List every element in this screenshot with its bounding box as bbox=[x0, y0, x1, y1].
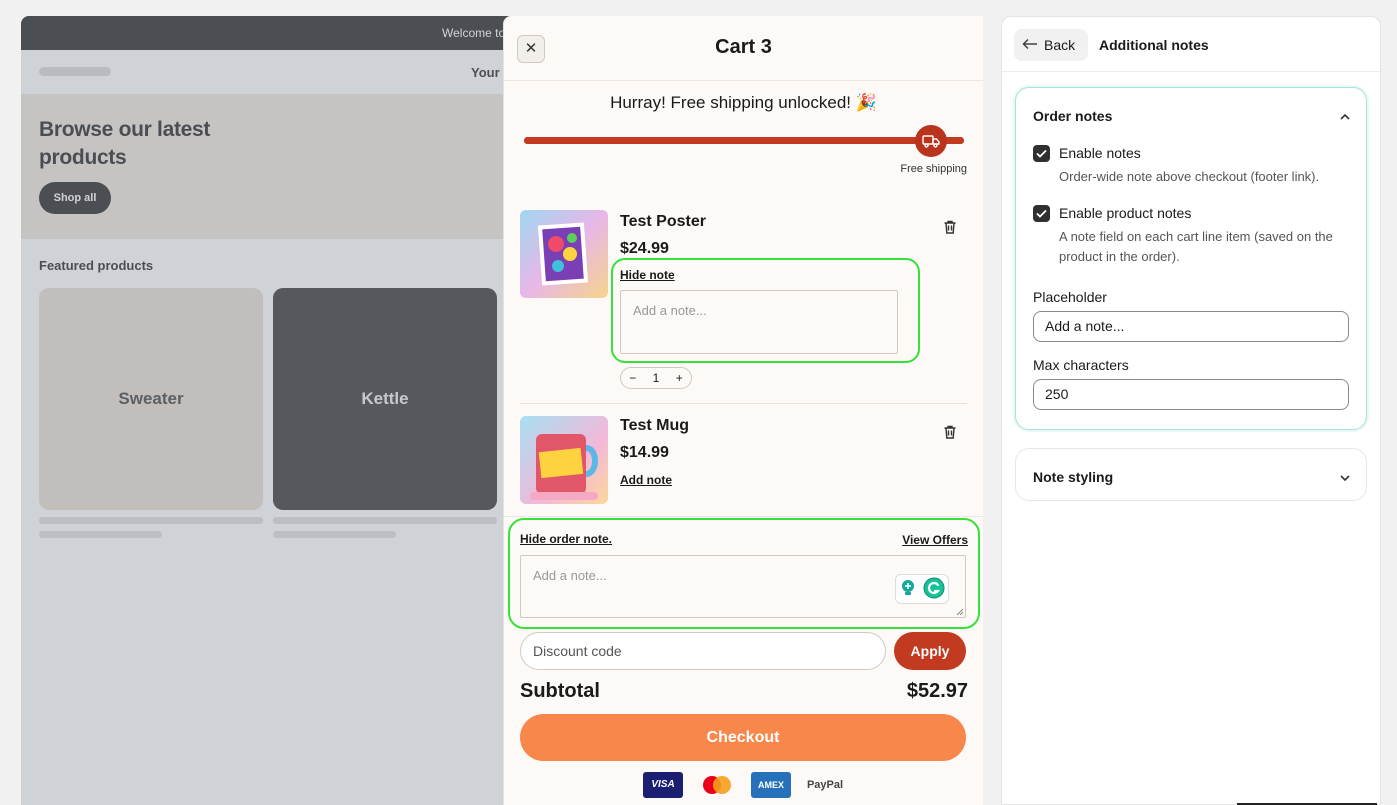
checkout-button[interactable]: Checkout bbox=[520, 714, 966, 761]
subtotal-value: $52.97 bbox=[906, 680, 968, 702]
payment-methods: VISA AMEX PayPal bbox=[504, 772, 983, 798]
chevron-up-icon[interactable] bbox=[1338, 110, 1352, 124]
back-label: Back bbox=[1044, 37, 1076, 53]
item-separator bbox=[520, 403, 967, 404]
order-note-placeholder: Add a note... bbox=[533, 568, 607, 583]
add-note-link[interactable]: Add note bbox=[620, 473, 672, 487]
discount-code-input[interactable]: Discount code bbox=[520, 632, 886, 670]
quantity-stepper: − 1 + bbox=[620, 367, 692, 389]
trash-icon[interactable] bbox=[942, 424, 958, 440]
qty-plus-button[interactable]: + bbox=[676, 371, 683, 385]
subtotal-label: Subtotal bbox=[520, 680, 600, 702]
enable-notes-label[interactable]: Enable notes bbox=[1059, 145, 1141, 161]
cart-header: ✕ Cart 3 bbox=[504, 16, 983, 81]
note-styling-title[interactable]: Note styling bbox=[1033, 469, 1113, 485]
qty-minus-button[interactable]: − bbox=[629, 371, 636, 385]
shipping-progress-fill bbox=[524, 137, 964, 144]
order-note-textarea[interactable]: Add a note... bbox=[520, 555, 966, 618]
trash-icon[interactable] bbox=[942, 219, 958, 235]
shipping-message: Hurray! Free shipping unlocked! 🎉 bbox=[610, 93, 877, 112]
placeholder-input[interactable]: Add a note... bbox=[1033, 311, 1349, 342]
visa-icon: VISA bbox=[643, 772, 683, 798]
poster-thumbnail bbox=[520, 210, 608, 298]
settings-panel: Back Additional notes Order notes Enable… bbox=[1001, 16, 1381, 805]
app-root: Welcome to Your s Browse our latest prod… bbox=[0, 0, 1397, 805]
free-shipping-label: Free shipping bbox=[900, 163, 967, 175]
enable-notes-checkbox[interactable] bbox=[1033, 145, 1050, 162]
enable-product-notes-help: A note field on each cart line item (sav… bbox=[1059, 229, 1333, 264]
settings-title: Additional notes bbox=[1099, 37, 1209, 53]
cart-footer: Hide order note. View Offers Add a note.… bbox=[504, 516, 983, 805]
enable-product-notes-label[interactable]: Enable product notes bbox=[1059, 205, 1191, 221]
enable-notes-help: Order-wide note above checkout (footer l… bbox=[1059, 169, 1320, 184]
max-characters-label: Max characters bbox=[1033, 357, 1129, 373]
qty-value[interactable]: 1 bbox=[653, 371, 660, 385]
item-price: $14.99 bbox=[620, 444, 669, 461]
paypal-icon: PayPal bbox=[806, 779, 844, 791]
highlight-item-note bbox=[611, 258, 920, 363]
checkmark-icon bbox=[1036, 149, 1047, 158]
enable-product-notes-checkbox[interactable] bbox=[1033, 205, 1050, 222]
cart-line-item: Test Mug $14.99 Add note bbox=[520, 416, 966, 516]
back-button[interactable]: Back bbox=[1014, 29, 1088, 61]
note-styling-section[interactable]: Note styling bbox=[1015, 448, 1367, 501]
settings-header: Back Additional notes bbox=[1002, 17, 1380, 72]
grammar-widget[interactable] bbox=[895, 574, 949, 604]
view-offers-link[interactable]: View Offers bbox=[902, 533, 968, 547]
mug-thumbnail bbox=[520, 416, 608, 504]
lightbulb-icon[interactable] bbox=[900, 579, 916, 600]
item-name[interactable]: Test Poster bbox=[620, 213, 706, 231]
grammarly-icon[interactable] bbox=[923, 577, 945, 602]
resize-handle-icon[interactable] bbox=[955, 607, 964, 616]
cart-drawer: ✕ Cart 3 Hurray! Free shipping unlocked!… bbox=[503, 16, 983, 805]
mastercard-icon bbox=[697, 772, 737, 798]
order-notes-title[interactable]: Order notes bbox=[1033, 108, 1112, 124]
truck-icon bbox=[915, 125, 947, 157]
amex-icon: AMEX bbox=[751, 772, 791, 798]
max-characters-input[interactable]: 250 bbox=[1033, 379, 1349, 410]
order-notes-section: Order notes Enable notes Order-wide note… bbox=[1015, 87, 1367, 430]
placeholder-label: Placeholder bbox=[1033, 289, 1107, 305]
arrow-left-icon bbox=[1022, 37, 1038, 53]
chevron-down-icon[interactable] bbox=[1338, 471, 1352, 485]
checkmark-icon bbox=[1036, 209, 1047, 218]
item-price: $24.99 bbox=[620, 240, 669, 257]
hide-order-note-link[interactable]: Hide order note. bbox=[520, 532, 612, 546]
cart-title: Cart 3 bbox=[715, 36, 772, 58]
apply-discount-button[interactable]: Apply bbox=[894, 632, 966, 670]
item-name[interactable]: Test Mug bbox=[620, 417, 689, 435]
shipping-progress-bar bbox=[524, 137, 964, 144]
